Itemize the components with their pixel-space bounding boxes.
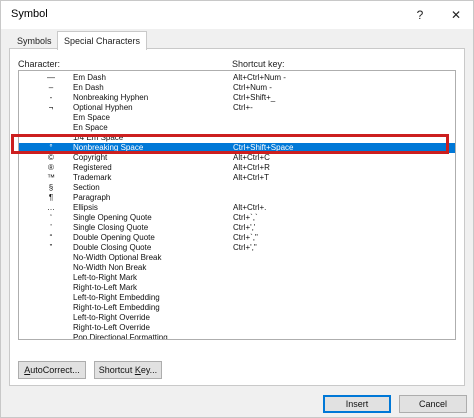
character-name: Left-to-Right Embedding	[73, 293, 160, 302]
character-glyph: –	[48, 83, 54, 92]
character-name: Registered	[73, 163, 112, 172]
character-name: Copyright	[73, 153, 108, 162]
character-glyph: ‘	[50, 213, 52, 222]
character-name: Nonbreaking Hyphen	[73, 93, 149, 102]
character-name: No-Width Optional Break	[73, 253, 162, 262]
character-glyph: ®	[48, 163, 54, 172]
special-characters-panel: Character: Shortcut key: — Em Dash Alt+Ctr…	[9, 48, 465, 386]
character-shortcut: Ctrl+`,"	[233, 233, 258, 242]
list-item[interactable]: Em Space	[19, 113, 455, 123]
character-name: Left-to-Right Override	[73, 313, 150, 322]
character-name: Right-to-Left Override	[73, 323, 150, 332]
list-item[interactable]: — Em Dash Alt+Ctrl+Num -	[19, 73, 455, 83]
character-glyph: §	[48, 183, 54, 192]
list-item[interactable]: § Section	[19, 183, 455, 193]
character-shortcut: Alt+Ctrl+Num -	[233, 73, 286, 82]
character-glyph: ™	[47, 173, 55, 182]
dialog-title: Symbol	[11, 8, 48, 20]
character-shortcut: Ctrl+Shift+_	[233, 93, 276, 102]
list-item[interactable]: Left-to-Right Embedding	[19, 293, 455, 303]
character-name: Single Closing Quote	[73, 223, 149, 232]
character-name: Section	[73, 183, 100, 192]
character-shortcut: Ctrl+Num -	[233, 83, 272, 92]
character-glyph: ”	[49, 243, 53, 252]
character-shortcut: Alt+Ctrl+T	[233, 173, 270, 182]
character-shortcut: Alt+Ctrl+.	[233, 203, 267, 212]
character-name: En Space	[73, 123, 108, 132]
list-item[interactable]: ‘ Single Opening Quote Ctrl+`,`	[19, 213, 455, 223]
character-shortcut: Ctrl+`,`	[233, 213, 258, 222]
character-name: No-Width Non Break	[73, 263, 147, 272]
list-item[interactable]: ’ Single Closing Quote Ctrl+','	[19, 223, 455, 233]
selection-highlight-frame	[11, 134, 449, 154]
character-glyph: ¬	[48, 103, 54, 112]
character-name: Pop Directional Formatting	[73, 333, 168, 340]
character-name: Single Opening Quote	[73, 213, 152, 222]
list-item[interactable]: “ Double Opening Quote Ctrl+`,"	[19, 233, 455, 243]
title-bar: Symbol ? ✕	[1, 1, 473, 29]
character-shortcut: Ctrl+-	[233, 103, 253, 112]
character-name: Paragraph	[73, 193, 111, 202]
list-item[interactable]: ¶ Paragraph	[19, 193, 455, 203]
character-name: En Dash	[73, 83, 104, 92]
character-glyph: “	[49, 233, 53, 242]
character-name: Trademark	[73, 173, 112, 182]
shortcut-column-header: Shortcut key:	[232, 59, 285, 69]
list-item[interactable]: – En Dash Ctrl+Num -	[19, 83, 455, 93]
character-name: Em Dash	[73, 73, 106, 82]
character-shortcut: Alt+Ctrl+C	[233, 153, 270, 162]
character-glyph: ©	[48, 153, 54, 162]
list-item[interactable]: ™ Trademark Alt+Ctrl+T	[19, 173, 455, 183]
autocorrect-label: utoCorrect...	[30, 365, 80, 375]
character-shortcut: Ctrl+',"	[233, 243, 257, 252]
list-item[interactable]: No-Width Non Break	[19, 263, 455, 273]
shortcut-key-button[interactable]: Shortcut Key...	[94, 361, 162, 379]
character-name: Ellipsis	[73, 203, 98, 212]
character-glyph: …	[47, 203, 55, 212]
character-name: Right-to-Left Mark	[73, 283, 138, 292]
insert-button[interactable]: Insert	[323, 395, 391, 413]
tab-special-characters[interactable]: Special Characters	[57, 31, 148, 50]
autocorrect-button[interactable]: AutoCorrect...	[18, 361, 86, 379]
close-icon[interactable]: ✕	[445, 4, 467, 26]
character-name: Right-to-Left Embedding	[73, 303, 160, 312]
character-name: Double Closing Quote	[73, 243, 152, 252]
character-name: Optional Hyphen	[73, 103, 133, 112]
list-item[interactable]: No-Width Optional Break	[19, 253, 455, 263]
character-name: Double Opening Quote	[73, 233, 155, 242]
tab-symbols[interactable]: Symbols	[11, 34, 58, 49]
list-item[interactable]: Right-to-Left Override	[19, 323, 455, 333]
shortcut-label-after: ey...	[140, 365, 158, 375]
special-characters-list[interactable]: — Em Dash Alt+Ctrl+Num - – En Dash Ctrl+Num -…	[18, 70, 456, 340]
list-item[interactable]: ¬ Optional Hyphen Ctrl+-	[19, 103, 455, 113]
character-column-header: Character:	[18, 59, 61, 69]
list-item[interactable]: Right-to-Left Embedding	[19, 303, 455, 313]
list-item[interactable]: En Space	[19, 123, 455, 133]
cancel-button[interactable]: Cancel	[399, 395, 467, 413]
character-glyph: -	[49, 93, 53, 102]
list-item[interactable]: © Copyright Alt+Ctrl+C	[19, 153, 455, 163]
list-item[interactable]: ” Double Closing Quote Ctrl+',"	[19, 243, 455, 253]
list-item[interactable]: Pop Directional Formatting	[19, 333, 455, 340]
symbol-dialog: Symbol ? ✕ Symbols Special Characters Ch…	[0, 0, 474, 418]
character-glyph: —	[47, 73, 55, 82]
character-glyph: ¶	[48, 193, 54, 202]
character-glyph: ’	[50, 223, 52, 232]
list-item[interactable]: Left-to-Right Override	[19, 313, 455, 323]
tab-strip: Symbols Special Characters	[11, 31, 463, 50]
character-name: Em Space	[73, 113, 110, 122]
list-item[interactable]: Left-to-Right Mark	[19, 273, 455, 283]
character-shortcut: Alt+Ctrl+R	[233, 163, 270, 172]
list-item[interactable]: Right-to-Left Mark	[19, 283, 455, 293]
list-item[interactable]: … Ellipsis Alt+Ctrl+.	[19, 203, 455, 213]
list-item[interactable]: ® Registered Alt+Ctrl+R	[19, 163, 455, 173]
list-item[interactable]: - Nonbreaking Hyphen Ctrl+Shift+_	[19, 93, 455, 103]
character-shortcut: Ctrl+','	[233, 223, 256, 232]
help-button[interactable]: ?	[409, 4, 431, 26]
shortcut-label-before: Shortcut	[98, 365, 135, 375]
character-name: Left-to-Right Mark	[73, 273, 138, 282]
